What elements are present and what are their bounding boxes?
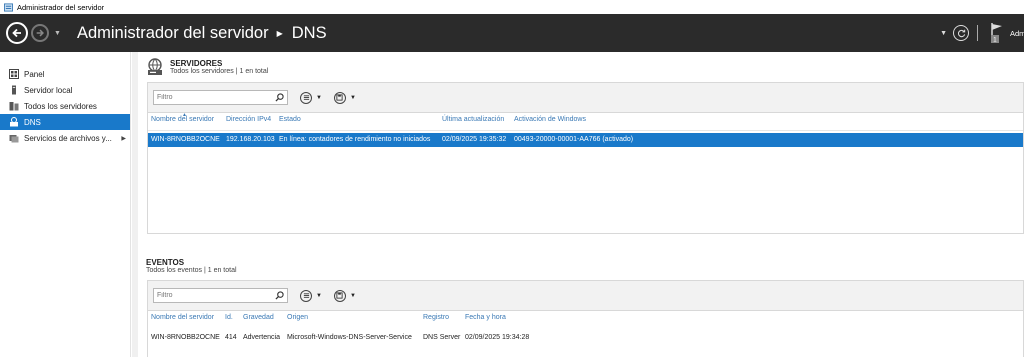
sidebar-item-panel[interactable]: Panel <box>0 66 130 82</box>
sidebar-item-label: Servicios de archivos y... <box>24 133 112 143</box>
refresh-dropdown-icon[interactable]: ▼ <box>940 30 947 37</box>
servers-header: SERVIDORES Todos los servidores | 1 en t… <box>146 58 268 76</box>
chevron-down-icon: ▼ <box>349 292 356 299</box>
servers-filter-input[interactable] <box>157 94 267 101</box>
cell-id: 414 <box>225 334 237 341</box>
sidebar-item-label: DNS <box>24 117 41 127</box>
events-filter-input[interactable] <box>157 292 267 299</box>
history-dropdown-icon[interactable]: ▼ <box>54 30 61 37</box>
dns-icon <box>9 117 19 127</box>
breadcrumb-separator-icon: ▶ <box>276 28 283 38</box>
search-icon[interactable] <box>275 93 284 102</box>
servers-globe-icon <box>148 58 162 75</box>
manage-menu[interactable]: Administrar <box>1010 29 1024 38</box>
content-left-gutter <box>132 52 138 357</box>
servers-title: SERVIDORES <box>170 59 223 68</box>
sidebar-item-local-server[interactable]: Servidor local <box>0 82 130 98</box>
cell-datetime: 02/09/2025 19:34:28 <box>465 334 530 341</box>
chevron-down-icon: ▼ <box>316 292 322 299</box>
list-options-icon <box>300 289 312 302</box>
events-panel: ▼ ▼ Nombre del servidor Id. Gravedad Ori… <box>147 280 1024 357</box>
servers-save-query-button[interactable]: ▼ <box>333 91 356 104</box>
col-header-log[interactable]: Registro <box>420 314 449 321</box>
col-header-last-update[interactable]: Última actualización <box>439 116 504 123</box>
events-table-header: Nombre del servidor Id. Gravedad Origen … <box>148 311 1023 329</box>
col-header-windows-activation[interactable]: Activación de Windows <box>511 116 586 123</box>
server-manager-app-icon <box>4 2 13 12</box>
cell-log: DNS Server <box>423 334 461 341</box>
breadcrumb: Administrador del servidor ▶ DNS <box>77 24 327 43</box>
search-icon[interactable] <box>275 291 284 300</box>
forward-button[interactable] <box>31 24 49 42</box>
col-header-id[interactable]: Id. <box>222 314 233 321</box>
dashboard-icon <box>9 69 19 79</box>
header-divider <box>977 25 978 41</box>
refresh-button[interactable] <box>953 25 969 41</box>
expand-arrow-icon[interactable]: ▶ <box>121 135 126 142</box>
cell-server-name: WIN-8RNOBB2OCNE <box>151 334 220 341</box>
cell-ipv4: 192.168.20.103 <box>226 136 275 143</box>
notifications-flag-button[interactable]: 1 <box>990 22 1004 44</box>
col-header-server-name[interactable]: Nombre del servidor <box>148 116 214 123</box>
flag-icon: 1 <box>991 23 1002 44</box>
events-toolbar: ▼ ▼ <box>148 281 1023 311</box>
cell-last-update: 02/09/2025 19:35:32 <box>442 136 507 143</box>
cell-source: Microsoft-Windows-DNS-Server-Service <box>287 334 412 341</box>
events-save-query-button[interactable]: ▼ <box>333 289 356 302</box>
save-query-icon <box>333 289 346 302</box>
sidebar-item-all-servers[interactable]: Todos los servidores <box>0 98 130 114</box>
events-subtitle: Todos los eventos | 1 en total <box>146 267 237 274</box>
cell-status: En línea: contadores de rendimiento no i… <box>279 136 431 143</box>
col-header-source[interactable]: Origen <box>284 314 308 321</box>
col-header-severity[interactable]: Gravedad <box>240 314 274 321</box>
servers-toolbar: ▼ ▼ <box>148 83 1023 113</box>
sidebar-item-label: Panel <box>24 69 45 79</box>
servers-filter-field[interactable] <box>153 90 288 105</box>
sidebar: Panel Servidor local Todos los servidore… <box>0 52 131 357</box>
cell-server-name: WIN-8RNOBB2OCNE <box>151 136 220 143</box>
file-services-icon <box>9 133 19 143</box>
arrow-left-icon <box>12 28 21 38</box>
servers-table-header: ▲ Nombre del servidor Dirección IPv4 Est… <box>148 112 1023 131</box>
sidebar-item-file-services[interactable]: Servicios de archivos y... ▶ <box>0 130 130 146</box>
breadcrumb-page: DNS <box>291 23 327 42</box>
window-title: Administrador del servidor <box>17 2 105 12</box>
main-content: SERVIDORES Todos los servidores | 1 en t… <box>132 52 1024 357</box>
chevron-down-icon: ▼ <box>349 94 356 101</box>
list-options-icon <box>300 91 312 104</box>
all-servers-icon <box>9 101 19 111</box>
events-title: EVENTOS <box>146 258 185 267</box>
header-actions: ▼ 1 Administrar <box>940 14 1024 52</box>
sidebar-item-label: Servidor local <box>24 85 73 95</box>
servers-view-options-button[interactable]: ▼ <box>300 91 322 104</box>
events-filter-field[interactable] <box>153 288 288 303</box>
servers-panel: ▼ ▼ ▲ Nombre del servidor Dirección IPv4… <box>147 82 1024 234</box>
breadcrumb-app[interactable]: Administrador del servidor <box>77 24 269 43</box>
servers-subtitle: Todos los servidores | 1 en total <box>170 68 269 75</box>
col-header-ipv4[interactable]: Dirección IPv4 <box>223 116 271 123</box>
events-view-options-button[interactable]: ▼ <box>300 289 322 302</box>
col-header-datetime[interactable]: Fecha y hora <box>462 314 506 321</box>
events-header: EVENTOS Todos los eventos | 1 en total <box>146 258 237 274</box>
table-row[interactable]: WIN-8RNOBB2OCNE 414 Advertencia Microsof… <box>148 331 1023 345</box>
col-header-server-name[interactable]: Nombre del servidor <box>148 314 214 321</box>
table-row[interactable]: WIN-8RNOBB2OCNE 192.168.20.103 En línea:… <box>148 133 1023 147</box>
sidebar-item-dns[interactable]: DNS <box>0 114 130 130</box>
cell-severity: Advertencia <box>243 334 280 341</box>
chevron-down-icon: ▼ <box>316 94 322 101</box>
col-header-status[interactable]: Estado <box>276 116 301 123</box>
arrow-right-icon <box>36 29 44 37</box>
local-server-icon <box>9 85 19 95</box>
refresh-icon <box>957 29 965 37</box>
back-button[interactable] <box>6 22 28 44</box>
sidebar-item-label: Todos los servidores <box>24 101 97 111</box>
cell-windows-activation: 00493-20000-00001-AA766 (activado) <box>514 136 634 143</box>
save-query-icon <box>333 91 346 104</box>
window-titlebar: Administrador del servidor <box>0 0 1024 14</box>
app-header: ▼ Administrador del servidor ▶ DNS ▼ 1 A… <box>0 14 1024 52</box>
